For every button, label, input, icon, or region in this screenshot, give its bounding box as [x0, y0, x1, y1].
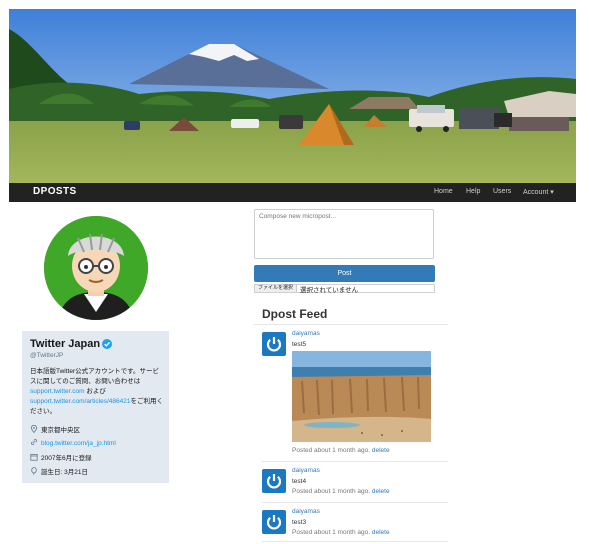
- location-pin-icon: [30, 424, 38, 434]
- navbar: DPOSTS Home Help Users Account ▾: [9, 183, 576, 202]
- profile-joined: 2007年6月に登録: [30, 452, 92, 462]
- post-username[interactable]: daiyamas: [292, 508, 320, 515]
- bio-text-mid: および: [84, 388, 106, 395]
- verified-badge-icon: [102, 339, 112, 349]
- balloon-icon: [30, 467, 38, 475]
- post-content: test3: [292, 519, 307, 526]
- feed-title: Dpost Feed: [262, 307, 328, 321]
- post-divider: [262, 461, 448, 462]
- post-timestamp: Posted about 1 month ago. delete: [292, 447, 390, 454]
- nav-users-link[interactable]: Users: [493, 188, 511, 195]
- nav-home-link[interactable]: Home: [434, 188, 453, 195]
- profile-website: blog.twitter.com/ja_jp.html: [30, 438, 116, 447]
- post-attached-image[interactable]: [292, 351, 431, 442]
- delete-link[interactable]: delete: [372, 447, 390, 454]
- post-timestamp-text: Posted about 1 month ago.: [292, 488, 371, 495]
- link-icon: [30, 438, 38, 446]
- post-username[interactable]: daiyamas: [292, 467, 320, 474]
- profile-location: 東京都中央区: [30, 424, 80, 434]
- post-timestamp: Posted about 1 month ago. delete: [292, 529, 390, 536]
- post-content: test5: [292, 341, 307, 348]
- delete-link[interactable]: delete: [372, 488, 390, 495]
- post-timestamp: Posted about 1 month ago. delete: [292, 488, 390, 495]
- micropost-textarea[interactable]: [254, 209, 434, 259]
- bio-support-article-link[interactable]: support.twitter.com/articles/486421: [30, 398, 130, 405]
- profile-card: Twitter Japan @TwitterJP 日本語版Twitter公式アカ…: [22, 331, 169, 483]
- post-divider: [262, 502, 448, 503]
- post-avatar[interactable]: [262, 469, 286, 493]
- profile-birthday: 誕生日: 3月21日: [30, 466, 88, 476]
- post-timestamp-text: Posted about 1 month ago.: [292, 529, 371, 536]
- hero-banner-image: [9, 9, 576, 183]
- file-chooser[interactable]: ファイルを選択 選択されていません: [254, 284, 435, 294]
- post-timestamp-text: Posted about 1 month ago.: [292, 447, 371, 454]
- post-avatar[interactable]: [262, 510, 286, 534]
- profile-name[interactable]: Twitter Japan: [30, 338, 100, 350]
- bio-text: 日本語版Twitter公式アカウントです。サービスに関してのご質問、お問い合わせ…: [30, 368, 159, 385]
- location-text: 東京都中央区: [41, 427, 80, 434]
- post-divider: [262, 541, 448, 542]
- post-username[interactable]: daiyamas: [292, 330, 320, 337]
- file-status-text: 選択されていません: [300, 287, 359, 294]
- profile-bio: 日本語版Twitter公式アカウントです。サービスに関してのご質問、お問い合わせ…: [30, 367, 164, 417]
- website-link[interactable]: blog.twitter.com/ja_jp.html: [41, 440, 116, 447]
- feed-divider: [254, 324, 448, 325]
- nav-help-link[interactable]: Help: [466, 188, 480, 195]
- choose-file-button[interactable]: ファイルを選択: [255, 285, 298, 292]
- calendar-icon: [30, 453, 38, 461]
- brand-logo[interactable]: DPOSTS: [33, 186, 77, 197]
- birthday-text: 誕生日: 3月21日: [41, 469, 88, 476]
- delete-link[interactable]: delete: [372, 529, 390, 536]
- profile-handle[interactable]: @TwitterJP: [30, 352, 63, 359]
- nav-account-dropdown[interactable]: Account ▾: [523, 188, 554, 196]
- post-content: test4: [292, 478, 307, 485]
- joined-text: 2007年6月に登録: [41, 455, 92, 462]
- bio-support-link[interactable]: support.twitter.com: [30, 388, 85, 395]
- post-avatar[interactable]: [262, 332, 286, 356]
- profile-avatar: [44, 216, 148, 320]
- post-button[interactable]: Post: [254, 265, 435, 282]
